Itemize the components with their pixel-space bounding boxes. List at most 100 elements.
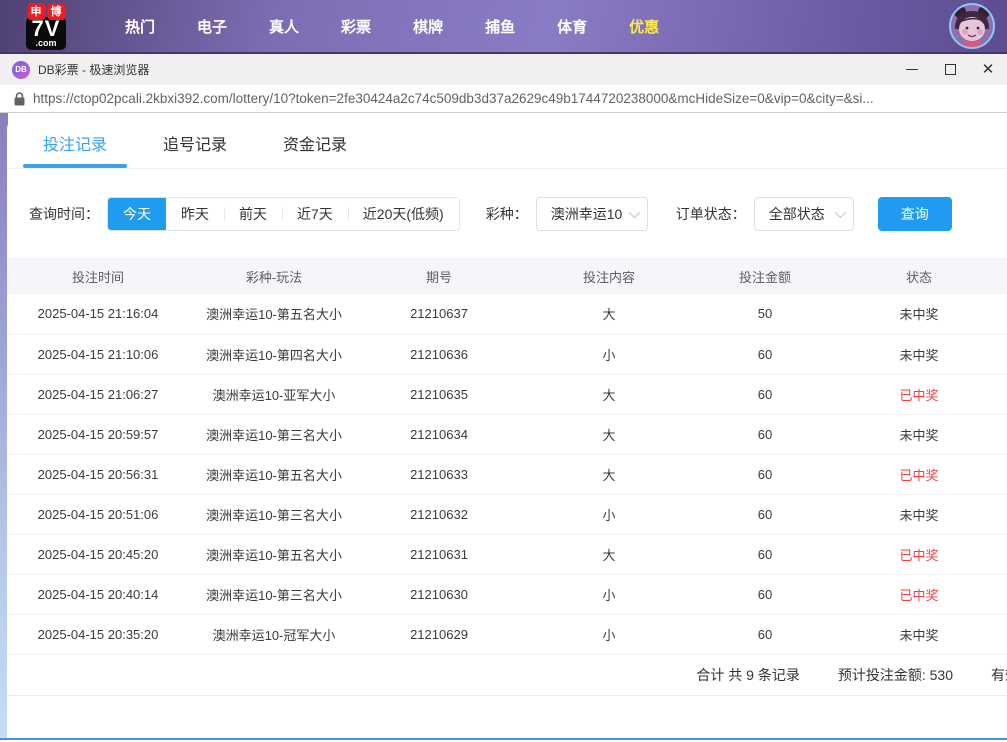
header-bet-time: 投注时间 (7, 258, 189, 294)
issue-number: 21210636 (359, 334, 519, 374)
minimize-button[interactable] (893, 54, 931, 85)
nav-item-live[interactable]: 真人 (248, 16, 320, 37)
time-option-today[interactable]: 今天 (108, 198, 166, 230)
status-label: 未中奖 (831, 294, 1007, 334)
logo-box: 7V .com (26, 17, 67, 50)
bet-amount: 60 (699, 574, 831, 614)
status-label: 已中奖 (831, 454, 1007, 494)
tab-bet-records[interactable]: 投注记录 (29, 131, 121, 168)
time-range-segments: 今天 昨天 前天 近7天 近20天(低频) (107, 197, 460, 231)
maximize-button[interactable] (931, 54, 969, 85)
close-button[interactable]: ✕ (969, 54, 1007, 85)
issue-number: 21210630 (359, 574, 519, 614)
promo-nav: 申 博 7V .com 热门 电子 真人 彩票 棋牌 捕鱼 体育 优惠 (0, 0, 1007, 52)
bet-time: 2025-04-15 21:06:27 (7, 374, 189, 414)
query-button[interactable]: 查询 (878, 197, 952, 231)
bet-content: 大 (519, 414, 699, 454)
logo-sub-text: .com (32, 39, 61, 48)
minimize-icon (906, 69, 918, 70)
summary-bar: 合计 共 9 条记录 预计投注金额: 530 有效投注金额 (7, 655, 1007, 696)
order-status-select[interactable]: 全部状态 (754, 197, 854, 231)
issue-number: 21210631 (359, 534, 519, 574)
time-option-day-before[interactable]: 前天 (224, 198, 282, 230)
game-play: 澳洲幸运10-亚军大小 (189, 374, 359, 414)
filter-bar: 查询时间： 今天 昨天 前天 近7天 近20天(低频) 彩种： 澳洲幸运10 订… (29, 197, 1007, 231)
table-row: 2025-04-15 20:56:31 澳洲幸运10-第五名大小 2121063… (7, 454, 1007, 494)
bet-amount: 60 (699, 414, 831, 454)
header-game-play: 彩种-玩法 (189, 258, 359, 294)
nav-item-lottery[interactable]: 彩票 (320, 16, 392, 37)
bet-time: 2025-04-15 20:51:06 (7, 494, 189, 534)
summary-total: 合计 共 9 条记录 (696, 665, 799, 685)
bet-content: 小 (519, 574, 699, 614)
bet-time: 2025-04-15 20:40:14 (7, 574, 189, 614)
bet-amount: 60 (699, 534, 831, 574)
chevron-down-icon (628, 207, 639, 218)
issue-number: 21210635 (359, 374, 519, 414)
nav-item-chess[interactable]: 棋牌 (392, 16, 464, 37)
status-label: 已中奖 (831, 374, 1007, 414)
header-issue: 期号 (359, 258, 519, 294)
window-controls: ✕ (893, 54, 1007, 85)
bet-amount: 60 (699, 374, 831, 414)
issue-number: 21210634 (359, 414, 519, 454)
bet-amount: 50 (699, 294, 831, 334)
avatar-image (951, 5, 993, 47)
bet-time: 2025-04-15 20:45:20 (7, 534, 189, 574)
bet-time: 2025-04-15 20:59:57 (7, 414, 189, 454)
status-label: 未中奖 (831, 614, 1007, 654)
status-label: 未中奖 (831, 414, 1007, 454)
window-bottom-border (0, 738, 1007, 740)
logo-badge-left: 申 (28, 3, 45, 20)
bet-content: 小 (519, 334, 699, 374)
nav-menu: 热门 电子 真人 彩票 棋牌 捕鱼 体育 优惠 (104, 16, 680, 37)
table-row: 2025-04-15 21:06:27 澳洲幸运10-亚军大小 21210635… (7, 374, 1007, 414)
table-row: 2025-04-15 21:16:04 澳洲幸运10-第五名大小 2121063… (7, 294, 1007, 334)
table-row: 2025-04-15 21:10:06 澳洲幸运10-第四名大小 2121063… (7, 334, 1007, 374)
address-bar[interactable]: https://ctop02pcali.2kbxi392.com/lottery… (0, 85, 1007, 113)
url-text: https://ctop02pcali.2kbxi392.com/lottery… (33, 91, 874, 106)
nav-item-fishing[interactable]: 捕鱼 (464, 16, 536, 37)
site-logo[interactable]: 申 博 7V .com (12, 3, 80, 50)
tab-fund-records[interactable]: 资金记录 (269, 131, 361, 168)
tab-chase-records[interactable]: 追号记录 (149, 131, 241, 168)
bet-amount: 60 (699, 614, 831, 654)
game-play: 澳洲幸运10-第四名大小 (189, 334, 359, 374)
bet-time: 2025-04-15 20:56:31 (7, 454, 189, 494)
close-icon: ✕ (982, 62, 995, 77)
summary-expected-amount: 预计投注金额: 530 (838, 665, 953, 685)
bet-records-table: 投注时间 彩种-玩法 期号 投注内容 投注金额 状态 2025-04-15 21… (7, 258, 1007, 655)
game-play: 澳洲幸运10-第五名大小 (189, 534, 359, 574)
issue-number: 21210633 (359, 454, 519, 494)
game-play: 澳洲幸运10-第三名大小 (189, 414, 359, 454)
issue-number: 21210629 (359, 614, 519, 654)
browser-titlebar: DB DB彩票 - 极速浏览器 ✕ (0, 52, 1007, 85)
bet-content: 大 (519, 454, 699, 494)
time-option-7days[interactable]: 近7天 (282, 198, 348, 230)
time-option-20days[interactable]: 近20天(低频) (348, 198, 459, 230)
lottery-filter-label: 彩种： (486, 204, 528, 224)
nav-item-sports[interactable]: 体育 (536, 16, 608, 37)
time-option-yesterday[interactable]: 昨天 (166, 198, 224, 230)
browser-app-icon: DB (12, 61, 30, 79)
bet-time: 2025-04-15 21:10:06 (7, 334, 189, 374)
table-row: 2025-04-15 20:45:20 澳洲幸运10-第五名大小 2121063… (7, 534, 1007, 574)
issue-number: 21210632 (359, 494, 519, 534)
table-row: 2025-04-15 20:59:57 澳洲幸运10-第三名大小 2121063… (7, 414, 1007, 454)
bet-content: 大 (519, 534, 699, 574)
order-status-label: 订单状态： (676, 204, 746, 224)
bet-content: 小 (519, 614, 699, 654)
header-bet-amount: 投注金额 (699, 258, 831, 294)
record-tabs: 投注记录 追号记录 资金记录 (7, 117, 1007, 169)
user-avatar[interactable] (949, 3, 995, 49)
records-card: 投注记录 追号记录 资金记录 查询时间： 今天 昨天 前天 近7天 近20天(低… (7, 117, 1007, 740)
nav-item-promo[interactable]: 优惠 (608, 16, 680, 37)
lottery-select[interactable]: 澳洲幸运10 (536, 197, 648, 231)
bet-time: 2025-04-15 20:35:20 (7, 614, 189, 654)
header-status: 状态 (831, 258, 1007, 294)
bet-content: 大 (519, 294, 699, 334)
issue-number: 21210637 (359, 294, 519, 334)
nav-item-electronic[interactable]: 电子 (176, 16, 248, 37)
lottery-select-value: 澳洲幸运10 (551, 204, 623, 224)
nav-item-hot[interactable]: 热门 (104, 16, 176, 37)
